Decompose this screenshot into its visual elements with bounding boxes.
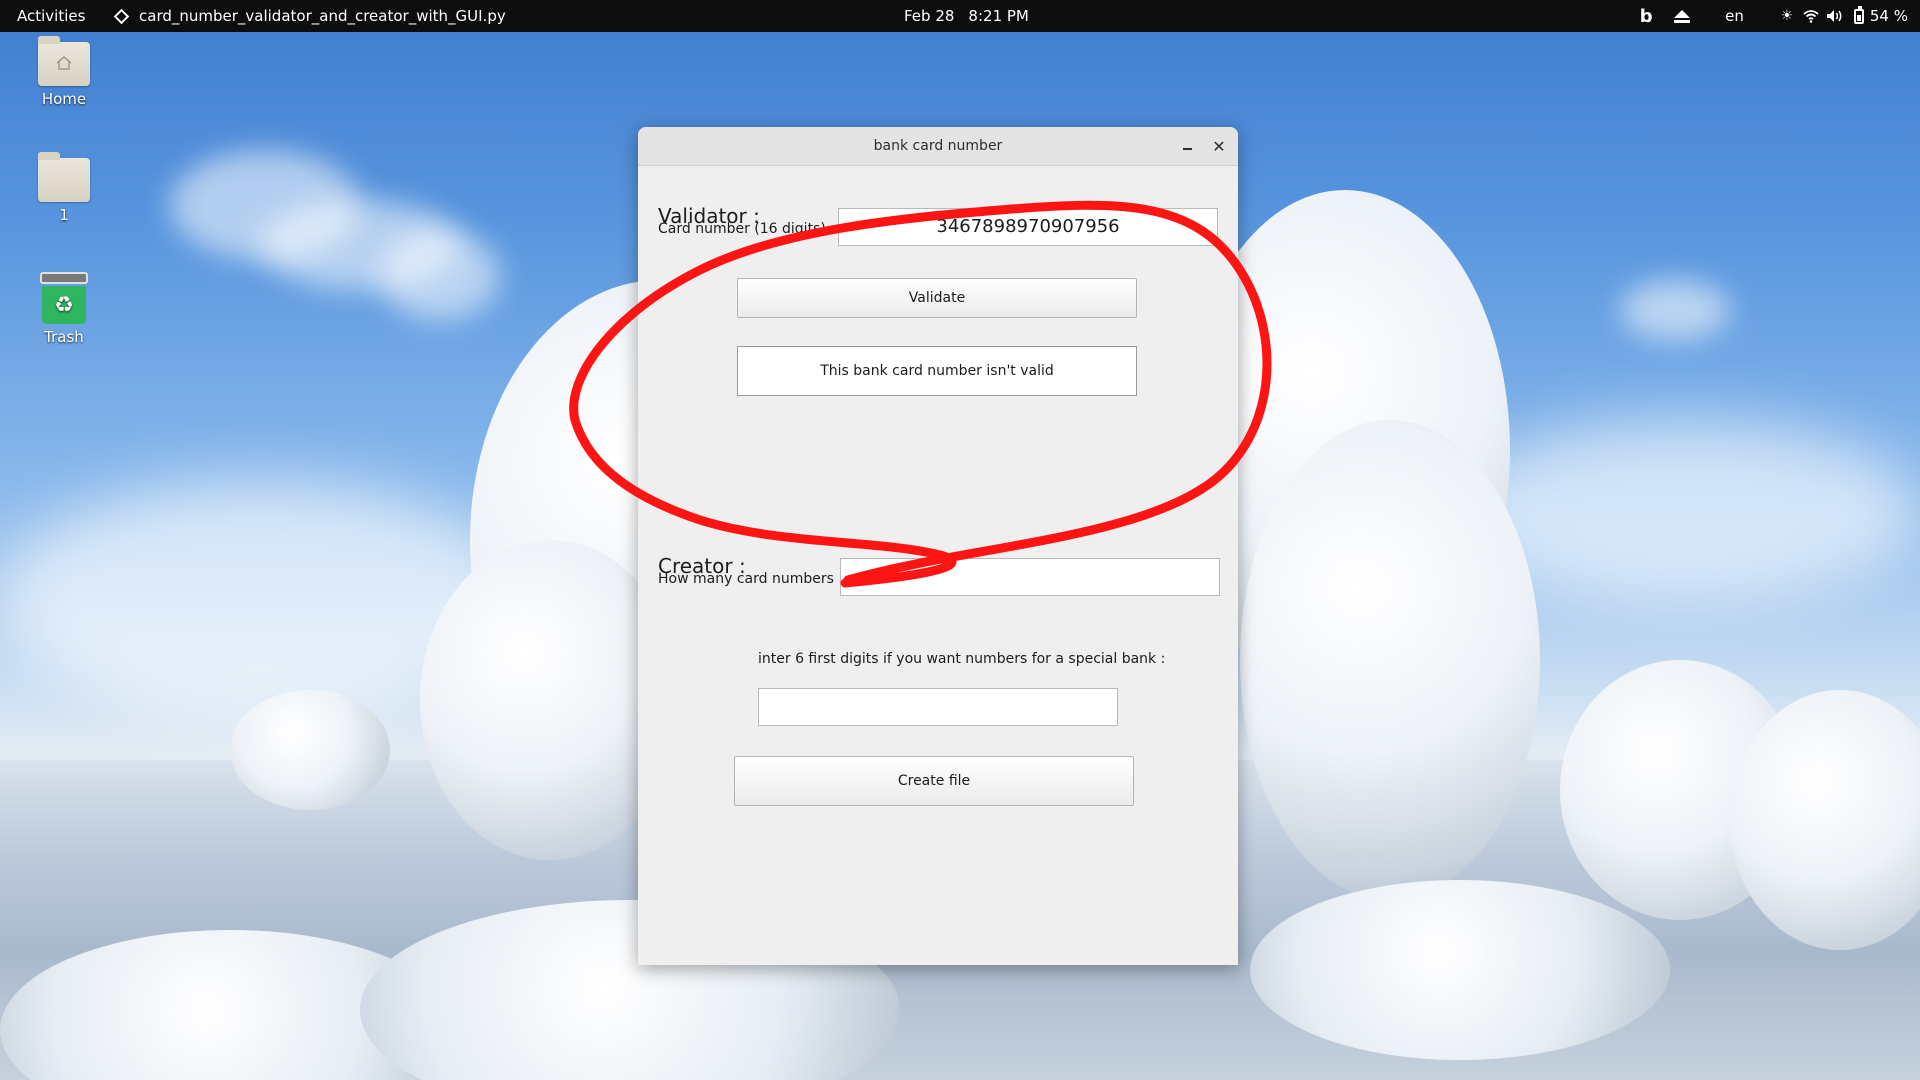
card-number-input[interactable]: 3467898970907956 xyxy=(838,208,1218,246)
close-icon: ✕ xyxy=(1212,136,1226,156)
card-count-input[interactable] xyxy=(840,558,1220,596)
cloud xyxy=(380,230,500,320)
minimize-icon xyxy=(1182,148,1192,150)
wifi-glyph xyxy=(1803,10,1819,23)
top-bar: Activities card_number_validator_and_cre… xyxy=(0,0,1920,32)
wifi-icon[interactable] xyxy=(1802,6,1820,26)
battery-status[interactable]: 54 % xyxy=(1853,5,1908,25)
brightness-icon[interactable]: ☀ xyxy=(1778,6,1796,26)
bank-prefix-input[interactable] xyxy=(758,688,1118,726)
create-file-button[interactable]: Create file xyxy=(734,756,1134,806)
card-count-label: How many card numbers : xyxy=(658,571,844,587)
clock-time: 8:21 PM xyxy=(968,7,1029,25)
desktop-icon-label: Trash xyxy=(44,328,84,346)
battery-icon xyxy=(1853,5,1864,24)
clock[interactable]: Feb 28 8:21 PM xyxy=(904,7,1029,25)
home-folder-icon xyxy=(38,36,90,86)
window-titlebar[interactable]: bank card number ✕ xyxy=(638,127,1238,166)
card-number-label: Card number (16 digits) : xyxy=(658,221,835,237)
desktop-icon-folder-1[interactable]: 1 xyxy=(9,152,119,224)
language-indicator[interactable]: en xyxy=(1725,7,1744,25)
desktop-icon-home[interactable]: Home xyxy=(9,36,119,108)
close-button[interactable]: ✕ xyxy=(1208,135,1230,157)
frosted-bush xyxy=(230,690,390,810)
system-tray: b en ☀ 54 % xyxy=(1619,5,1908,27)
volume-icon[interactable] xyxy=(1826,6,1844,26)
validation-result: This bank card number isn't valid xyxy=(737,346,1137,396)
desktop-icon-label: 1 xyxy=(59,206,69,224)
folder-icon xyxy=(38,152,90,202)
recycle-icon: ♻ xyxy=(42,286,86,324)
bing-icon[interactable]: b xyxy=(1637,6,1655,27)
frosted-bush xyxy=(1250,880,1670,1060)
volume-glyph xyxy=(1826,10,1842,22)
battery-percent: 54 % xyxy=(1869,7,1908,25)
app-menu[interactable]: card_number_validator_and_creator_with_G… xyxy=(113,7,506,25)
eject-icon[interactable] xyxy=(1673,6,1691,26)
house-glyph xyxy=(56,56,72,70)
app-menu-label: card_number_validator_and_creator_with_G… xyxy=(139,7,506,25)
trash-icon: ♻ xyxy=(40,272,88,324)
frosted-tree xyxy=(1240,420,1540,900)
bank-prefix-label: inter 6 first digits if you want numbers… xyxy=(758,651,1166,667)
minimize-button[interactable] xyxy=(1176,135,1198,157)
activities-button[interactable]: Activities xyxy=(17,7,85,25)
clock-date: Feb 28 xyxy=(904,7,955,25)
desktop-icon-label: Home xyxy=(41,90,87,108)
cloud xyxy=(1620,280,1730,340)
desktop-icon-trash[interactable]: ♻ Trash xyxy=(9,272,119,346)
app-window: bank card number ✕ Validator : Card numb… xyxy=(638,127,1238,965)
validate-button[interactable]: Validate xyxy=(737,278,1137,318)
window-title: bank card number xyxy=(873,138,1003,154)
python-app-icon xyxy=(113,8,130,24)
